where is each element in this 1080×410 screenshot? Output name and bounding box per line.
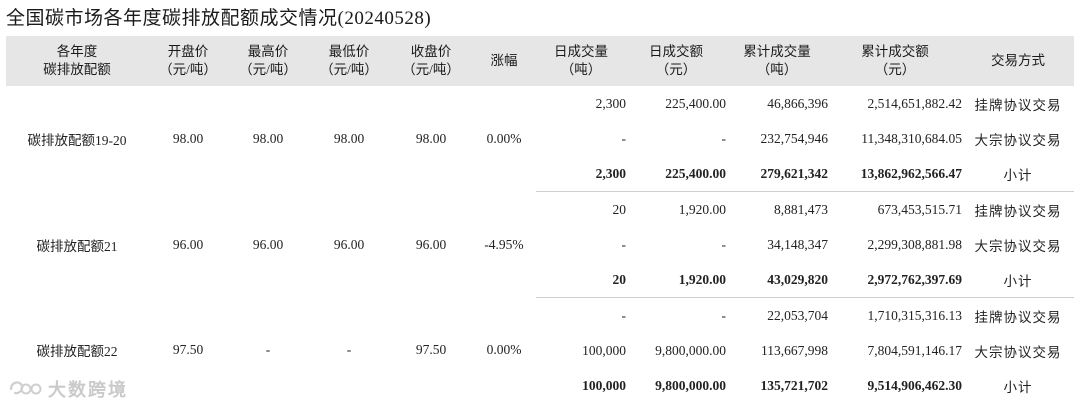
daily-volume: -	[621, 307, 627, 323]
cumulative-amount: 13,862,962,566.47	[828, 156, 962, 192]
watermark: 大数跨境	[8, 376, 128, 402]
col-header-open: 开盘价 （元/吨）	[148, 36, 228, 86]
trade-method: 挂牌协议交易	[974, 97, 1062, 113]
daily-amount: 225,400.00	[626, 156, 726, 192]
daily-volume: -	[621, 236, 627, 252]
open-price: 96.00	[172, 236, 204, 252]
daily-amount: 1,920.00	[626, 262, 726, 298]
trade-method: 大宗协议交易	[974, 238, 1062, 254]
daily-amount: -	[721, 236, 727, 252]
col-header-daily-amount: 日成交额 （元）	[626, 36, 726, 86]
col-header-close: 收盘价 （元/吨）	[390, 36, 472, 86]
quota-name: 碳排放配额19-20	[27, 132, 127, 148]
low-price: 96.00	[333, 236, 365, 252]
open-price: 97.50	[172, 342, 204, 358]
cumulative-volume: 43,029,820	[726, 262, 828, 298]
col-header-item: 各年度 碳排放配额	[6, 36, 148, 86]
carbon-quota-trade-table: 各年度 碳排放配额 开盘价 （元/吨） 最高价 （元/吨） 最低价 （元/吨） 收盘价（…	[6, 36, 1074, 403]
high-price: -	[265, 342, 271, 358]
daily-amount: 225,400.00	[665, 95, 726, 111]
close-price: 98.00	[415, 130, 447, 146]
cumulative-volume: 279,621,342	[726, 156, 828, 192]
cumulative-amount: 2,514,651,882.42	[867, 95, 963, 111]
col-header-cumulative-volume: 累计成交量 （吨）	[726, 36, 828, 86]
trade-method: 大宗协议交易	[974, 344, 1062, 360]
daily-amount: 9,800,000.00	[655, 342, 726, 358]
cumulative-volume: 22,053,704	[767, 307, 828, 323]
trade-method: 小计	[962, 262, 1074, 298]
page-title: 全国碳市场各年度碳排放配额成交情况(20240528)	[6, 8, 432, 29]
close-price: 96.00	[415, 236, 447, 252]
low-price: -	[346, 342, 352, 358]
high-price: 98.00	[252, 130, 284, 146]
daily-amount: 9,800,000.00	[655, 377, 726, 393]
daily-volume: 100,000	[582, 377, 626, 393]
cumulative-amount: 2,299,308,881.98	[867, 236, 963, 252]
cumulative-amount: 7,804,591,146.17	[867, 342, 963, 358]
cumulative-volume: 113,667,998	[761, 342, 828, 358]
cumulative-volume: 46,866,396	[767, 95, 828, 111]
header-row: 各年度 碳排放配额 开盘价 （元/吨） 最高价 （元/吨） 最低价 （元/吨） 收盘价（…	[6, 36, 1074, 86]
col-header-high: 最高价 （元/吨）	[228, 36, 308, 86]
quota-name: 碳排放配额21	[36, 238, 118, 254]
daily-volume: 20	[536, 262, 626, 298]
change-pct: 0.00%	[486, 342, 522, 358]
daily-volume: 100,000	[582, 342, 626, 358]
change-pct: 0.00%	[486, 130, 522, 146]
daily-amount: 1,920.00	[678, 201, 726, 217]
cumulative-amount: 9,514,906,462.30	[867, 377, 963, 393]
table-row: 碳排放配额22 97.50 - - 97.50 0.00% - - 22,053…	[6, 298, 1074, 360]
low-price: 98.00	[333, 130, 365, 146]
trade-method: 小计	[1003, 379, 1033, 395]
watermark-text: 大数跨境	[48, 380, 128, 401]
cumulative-amount: 1,710,315,316.13	[867, 307, 963, 323]
daily-amount: -	[721, 307, 727, 323]
close-price: 97.50	[415, 342, 447, 358]
high-price: 96.00	[252, 236, 284, 252]
trade-method: 小计	[962, 156, 1074, 192]
trade-method: 大宗协议交易	[974, 132, 1062, 148]
change-pct: -4.95%	[484, 236, 524, 252]
cumulative-amount: 11,348,310,684.05	[861, 130, 962, 146]
col-header-trade-method: 交易方式	[962, 36, 1074, 86]
col-header-daily-volume: 日成交量 （吨）	[536, 36, 626, 86]
cumulative-amount: 673,453,515.71	[877, 201, 962, 217]
col-header-change: 涨幅	[472, 36, 536, 86]
daily-volume: 2,300	[595, 95, 626, 111]
cumulative-amount: 2,972,762,397.69	[828, 262, 962, 298]
table-row: 碳排放配额21 96.00 96.00 96.00 96.00 -4.95% 2…	[6, 192, 1074, 254]
open-price: 98.00	[172, 130, 204, 146]
daily-volume: -	[621, 130, 627, 146]
cumulative-volume: 8,881,473	[774, 201, 828, 217]
col-header-cumulative-amount: 累计成交额 （元）	[828, 36, 962, 86]
cumulative-volume: 232,754,946	[760, 130, 829, 146]
col-header-low: 最低价 （元/吨）	[308, 36, 390, 86]
daily-amount: -	[721, 130, 727, 146]
dashuju-logo-icon	[9, 381, 42, 395]
table-row: 碳排放配额19-20 98.00 98.00 98.00 98.00 0.00%…	[6, 86, 1074, 148]
trade-method: 挂牌协议交易	[974, 309, 1062, 325]
daily-volume: 20	[612, 201, 627, 217]
trade-method: 挂牌协议交易	[974, 203, 1062, 219]
cumulative-volume: 34,148,347	[767, 236, 828, 252]
daily-volume: 2,300	[536, 156, 626, 192]
cumulative-volume: 135,721,702	[760, 377, 829, 393]
